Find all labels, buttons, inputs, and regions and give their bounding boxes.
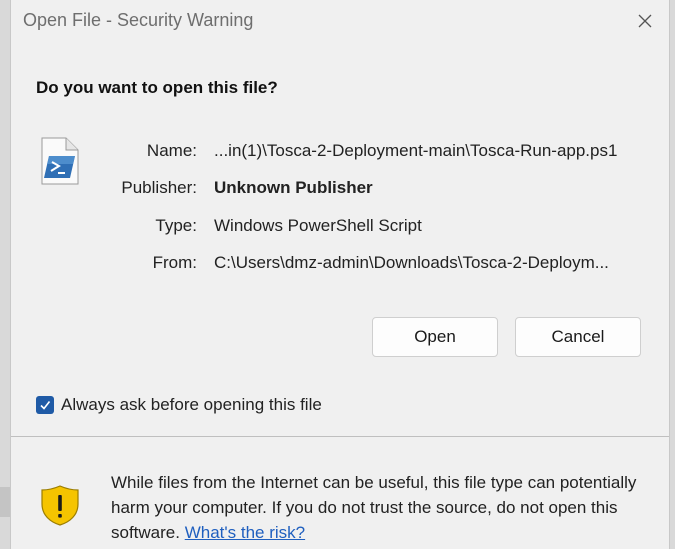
from-label: From:: [152, 253, 197, 272]
checkmark-icon: [40, 401, 51, 410]
type-value: Windows PowerShell Script: [214, 216, 422, 235]
name-value: ...in(1)\Tosca-2-Deployment-main\Tosca-R…: [214, 141, 618, 160]
dialog-heading: Do you want to open this file?: [36, 78, 278, 97]
security-warning-dialog: Open File - Security Warning Do you want…: [10, 0, 670, 549]
name-label: Name:: [146, 141, 197, 160]
background-window-edge: [0, 487, 10, 517]
close-button[interactable]: [627, 4, 663, 38]
powershell-script-file-icon: [38, 136, 82, 188]
from-value: C:\Users\dmz-admin\Downloads\Tosca-2-Dep…: [214, 253, 609, 272]
publisher-label: Publisher:: [121, 178, 197, 197]
divider: [11, 436, 669, 437]
always-ask-option[interactable]: Always ask before opening this file: [36, 395, 322, 415]
always-ask-checkbox[interactable]: [36, 396, 54, 414]
window-title: Open File - Security Warning: [23, 10, 254, 30]
close-icon: [638, 14, 652, 28]
publisher-value: Unknown Publisher: [214, 178, 373, 197]
warning-message: While files from the Internet can be use…: [111, 470, 651, 545]
whats-the-risk-link[interactable]: What's the risk?: [185, 523, 305, 542]
always-ask-label: Always ask before opening this file: [61, 395, 322, 414]
warning-shield-icon: [39, 484, 81, 526]
title-bar: Open File - Security Warning: [11, 0, 669, 42]
cancel-button[interactable]: Cancel: [515, 317, 641, 357]
type-label: Type:: [155, 216, 197, 235]
open-button[interactable]: Open: [372, 317, 498, 357]
